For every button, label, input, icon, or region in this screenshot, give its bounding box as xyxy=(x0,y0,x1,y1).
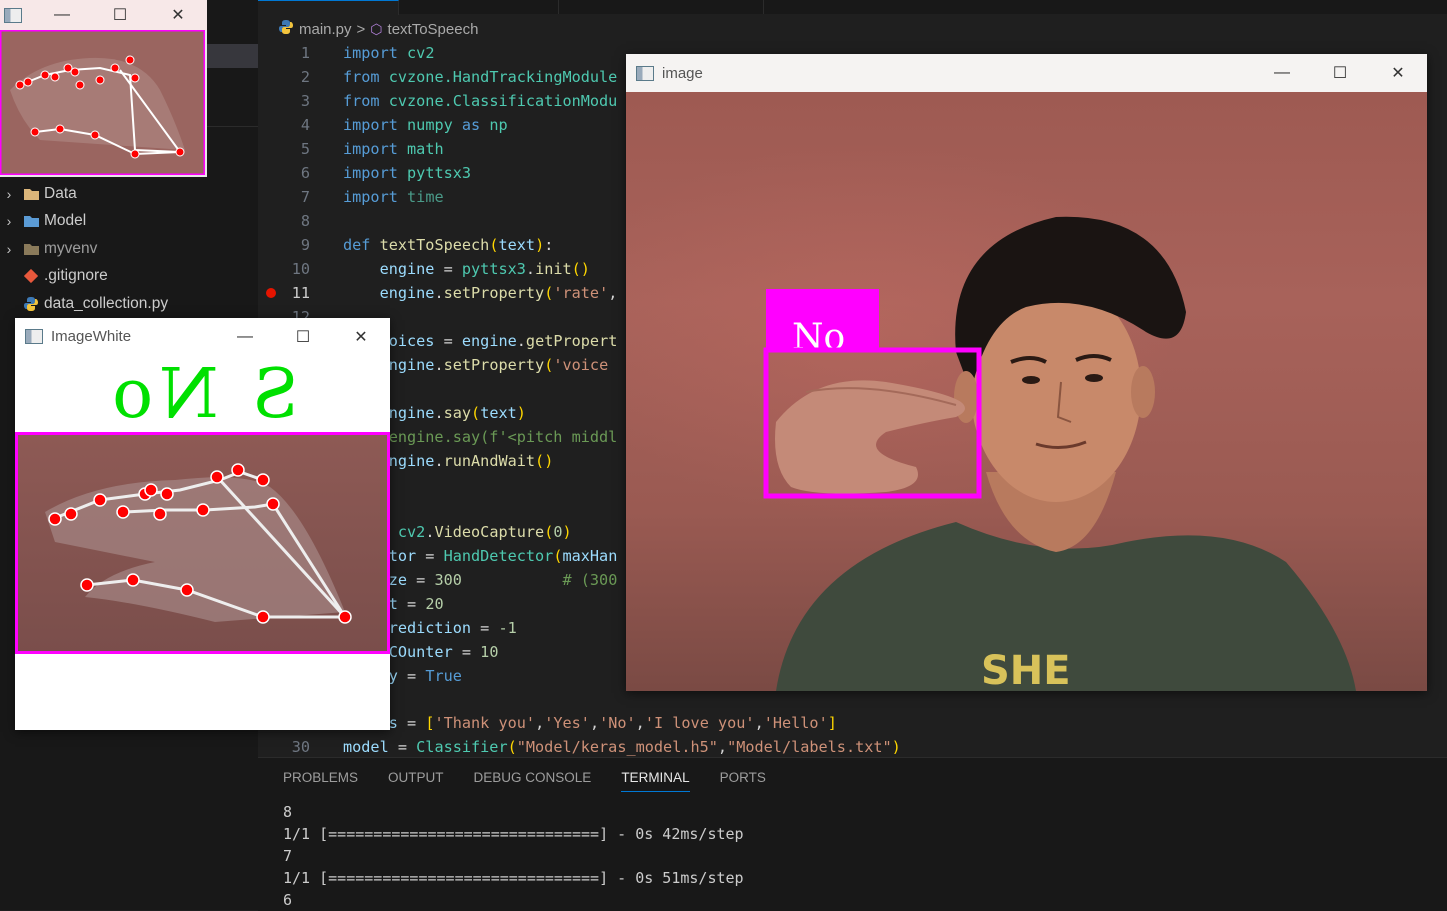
close-button[interactable]: ✕ xyxy=(332,318,390,355)
app-icon xyxy=(25,329,43,344)
git-icon xyxy=(18,269,44,283)
folder-icon xyxy=(18,214,44,228)
python-icon xyxy=(18,296,44,312)
breadcrumb-separator: > xyxy=(356,20,366,38)
tab-output[interactable]: OUTPUT xyxy=(388,770,444,792)
symbol-icon: ⬡ xyxy=(370,20,383,37)
minimize-button[interactable]: — xyxy=(1253,54,1311,91)
hand-crop-image xyxy=(0,30,205,175)
image-window[interactable]: image — ☐ ✕ SHE No xyxy=(626,54,1427,691)
maximize-button[interactable]: ☐ xyxy=(91,0,149,30)
tree-item-model[interactable]: › Model xyxy=(0,208,87,234)
camera-scene: SHE No xyxy=(763,216,1356,691)
tree-item-label: Model xyxy=(44,212,87,229)
tree-item-label: .gitignore xyxy=(44,267,108,284)
breadcrumb: main.py > ⬡ textToSpeech xyxy=(278,18,478,40)
window-titlebar[interactable]: — ☐ ✕ xyxy=(0,0,207,30)
camera-feed: SHE No xyxy=(626,92,1427,691)
tree-item-label: Data xyxy=(44,185,77,202)
breadcrumb-symbol[interactable]: textToSpeech xyxy=(388,21,479,38)
close-button[interactable]: ✕ xyxy=(1369,54,1427,91)
chevron-right-icon[interactable]: › xyxy=(0,213,18,229)
window-controls: — ☐ ✕ xyxy=(33,0,207,30)
minimize-button[interactable]: — xyxy=(216,318,274,355)
tab-problems[interactable]: PROBLEMS xyxy=(283,770,358,792)
image-crop-window[interactable]: — ☐ ✕ xyxy=(0,0,207,177)
window-title: image xyxy=(662,64,703,82)
tab-debug-console[interactable]: DEBUG CONSOLE xyxy=(474,770,592,792)
hand-skeleton-image xyxy=(15,432,390,654)
folder-icon xyxy=(18,187,44,201)
window-controls: — ☐ ✕ xyxy=(1253,54,1427,91)
bottom-panel: PROBLEMS OUTPUT DEBUG CONSOLE TERMINAL P… xyxy=(258,757,1447,911)
prediction-text-mirrored: S No xyxy=(106,354,299,434)
terminal-line: 8 xyxy=(283,803,293,821)
app-icon xyxy=(636,65,654,81)
tab-file[interactable] xyxy=(558,0,764,14)
python-icon xyxy=(278,19,294,39)
tree-item-myvenv[interactable]: › myvenv xyxy=(0,236,98,262)
editor-tab-strip xyxy=(258,0,1447,15)
minimize-button[interactable]: — xyxy=(33,0,91,30)
tab-terminal[interactable]: TERMINAL xyxy=(621,770,690,792)
maximize-button[interactable]: ☐ xyxy=(274,318,332,355)
tab-ports[interactable]: PORTS xyxy=(720,770,766,792)
tree-item-label: data_collection.py xyxy=(44,295,169,312)
terminal-line: 6 xyxy=(283,891,293,909)
window-title: ImageWhite xyxy=(51,328,132,345)
terminal-line: 1/1 [==============================] - 0… xyxy=(283,825,744,843)
terminal-line: 7 xyxy=(283,847,293,865)
maximize-button[interactable]: ☐ xyxy=(1311,54,1369,91)
shirt-text: SHE xyxy=(981,648,1071,691)
tab-main-py[interactable] xyxy=(258,0,399,15)
terminal-line: 1/1 [==============================] - 0… xyxy=(283,869,744,887)
app-icon xyxy=(4,7,22,23)
window-controls: — ☐ ✕ xyxy=(216,318,390,355)
tree-item-label: myvenv xyxy=(44,240,98,257)
imagewhite-window[interactable]: ImageWhite — ☐ ✕ S No xyxy=(15,318,390,730)
window-titlebar[interactable]: image — ☐ ✕ xyxy=(626,54,1427,92)
white-canvas: S No xyxy=(15,355,390,730)
window-titlebar[interactable]: ImageWhite — ☐ ✕ xyxy=(15,318,390,355)
tab-file[interactable] xyxy=(398,0,559,14)
selected-item-highlight xyxy=(205,44,258,68)
tree-item-gitignore[interactable]: .gitignore xyxy=(0,263,108,289)
close-button[interactable]: ✕ xyxy=(149,0,207,30)
chevron-right-icon[interactable]: › xyxy=(0,186,18,202)
breadcrumb-file[interactable]: main.py xyxy=(299,21,352,38)
chevron-right-icon[interactable]: › xyxy=(0,241,18,257)
folder-icon xyxy=(18,242,44,256)
panel-tabs: PROBLEMS OUTPUT DEBUG CONSOLE TERMINAL P… xyxy=(283,770,766,792)
tree-item-data-collection[interactable]: data_collection.py xyxy=(0,291,168,317)
tree-item-data[interactable]: › Data xyxy=(0,181,77,207)
